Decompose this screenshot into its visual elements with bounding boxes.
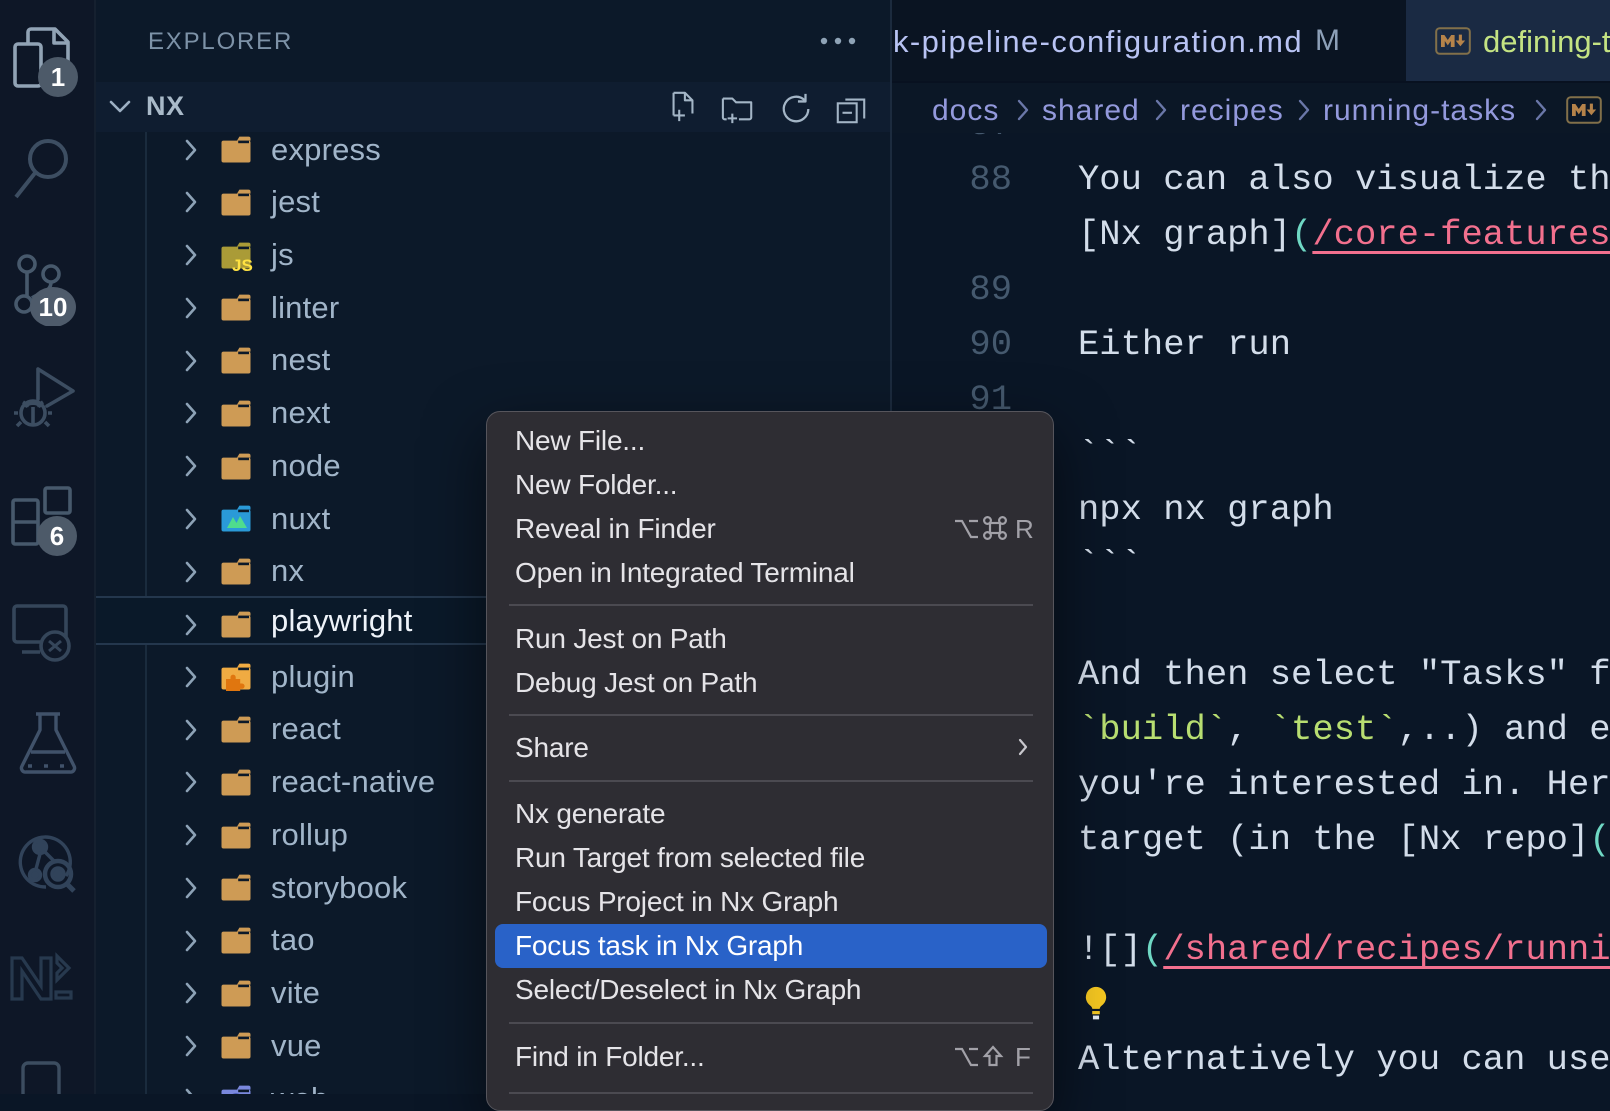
- svg-text:6: 6: [50, 521, 64, 551]
- svg-text:F: F: [1015, 1042, 1031, 1072]
- svg-text:R: R: [1015, 514, 1033, 544]
- svg-text:10: 10: [39, 292, 68, 322]
- svg-text:1: 1: [51, 62, 65, 92]
- svg-text:JS: JS: [232, 256, 253, 275]
